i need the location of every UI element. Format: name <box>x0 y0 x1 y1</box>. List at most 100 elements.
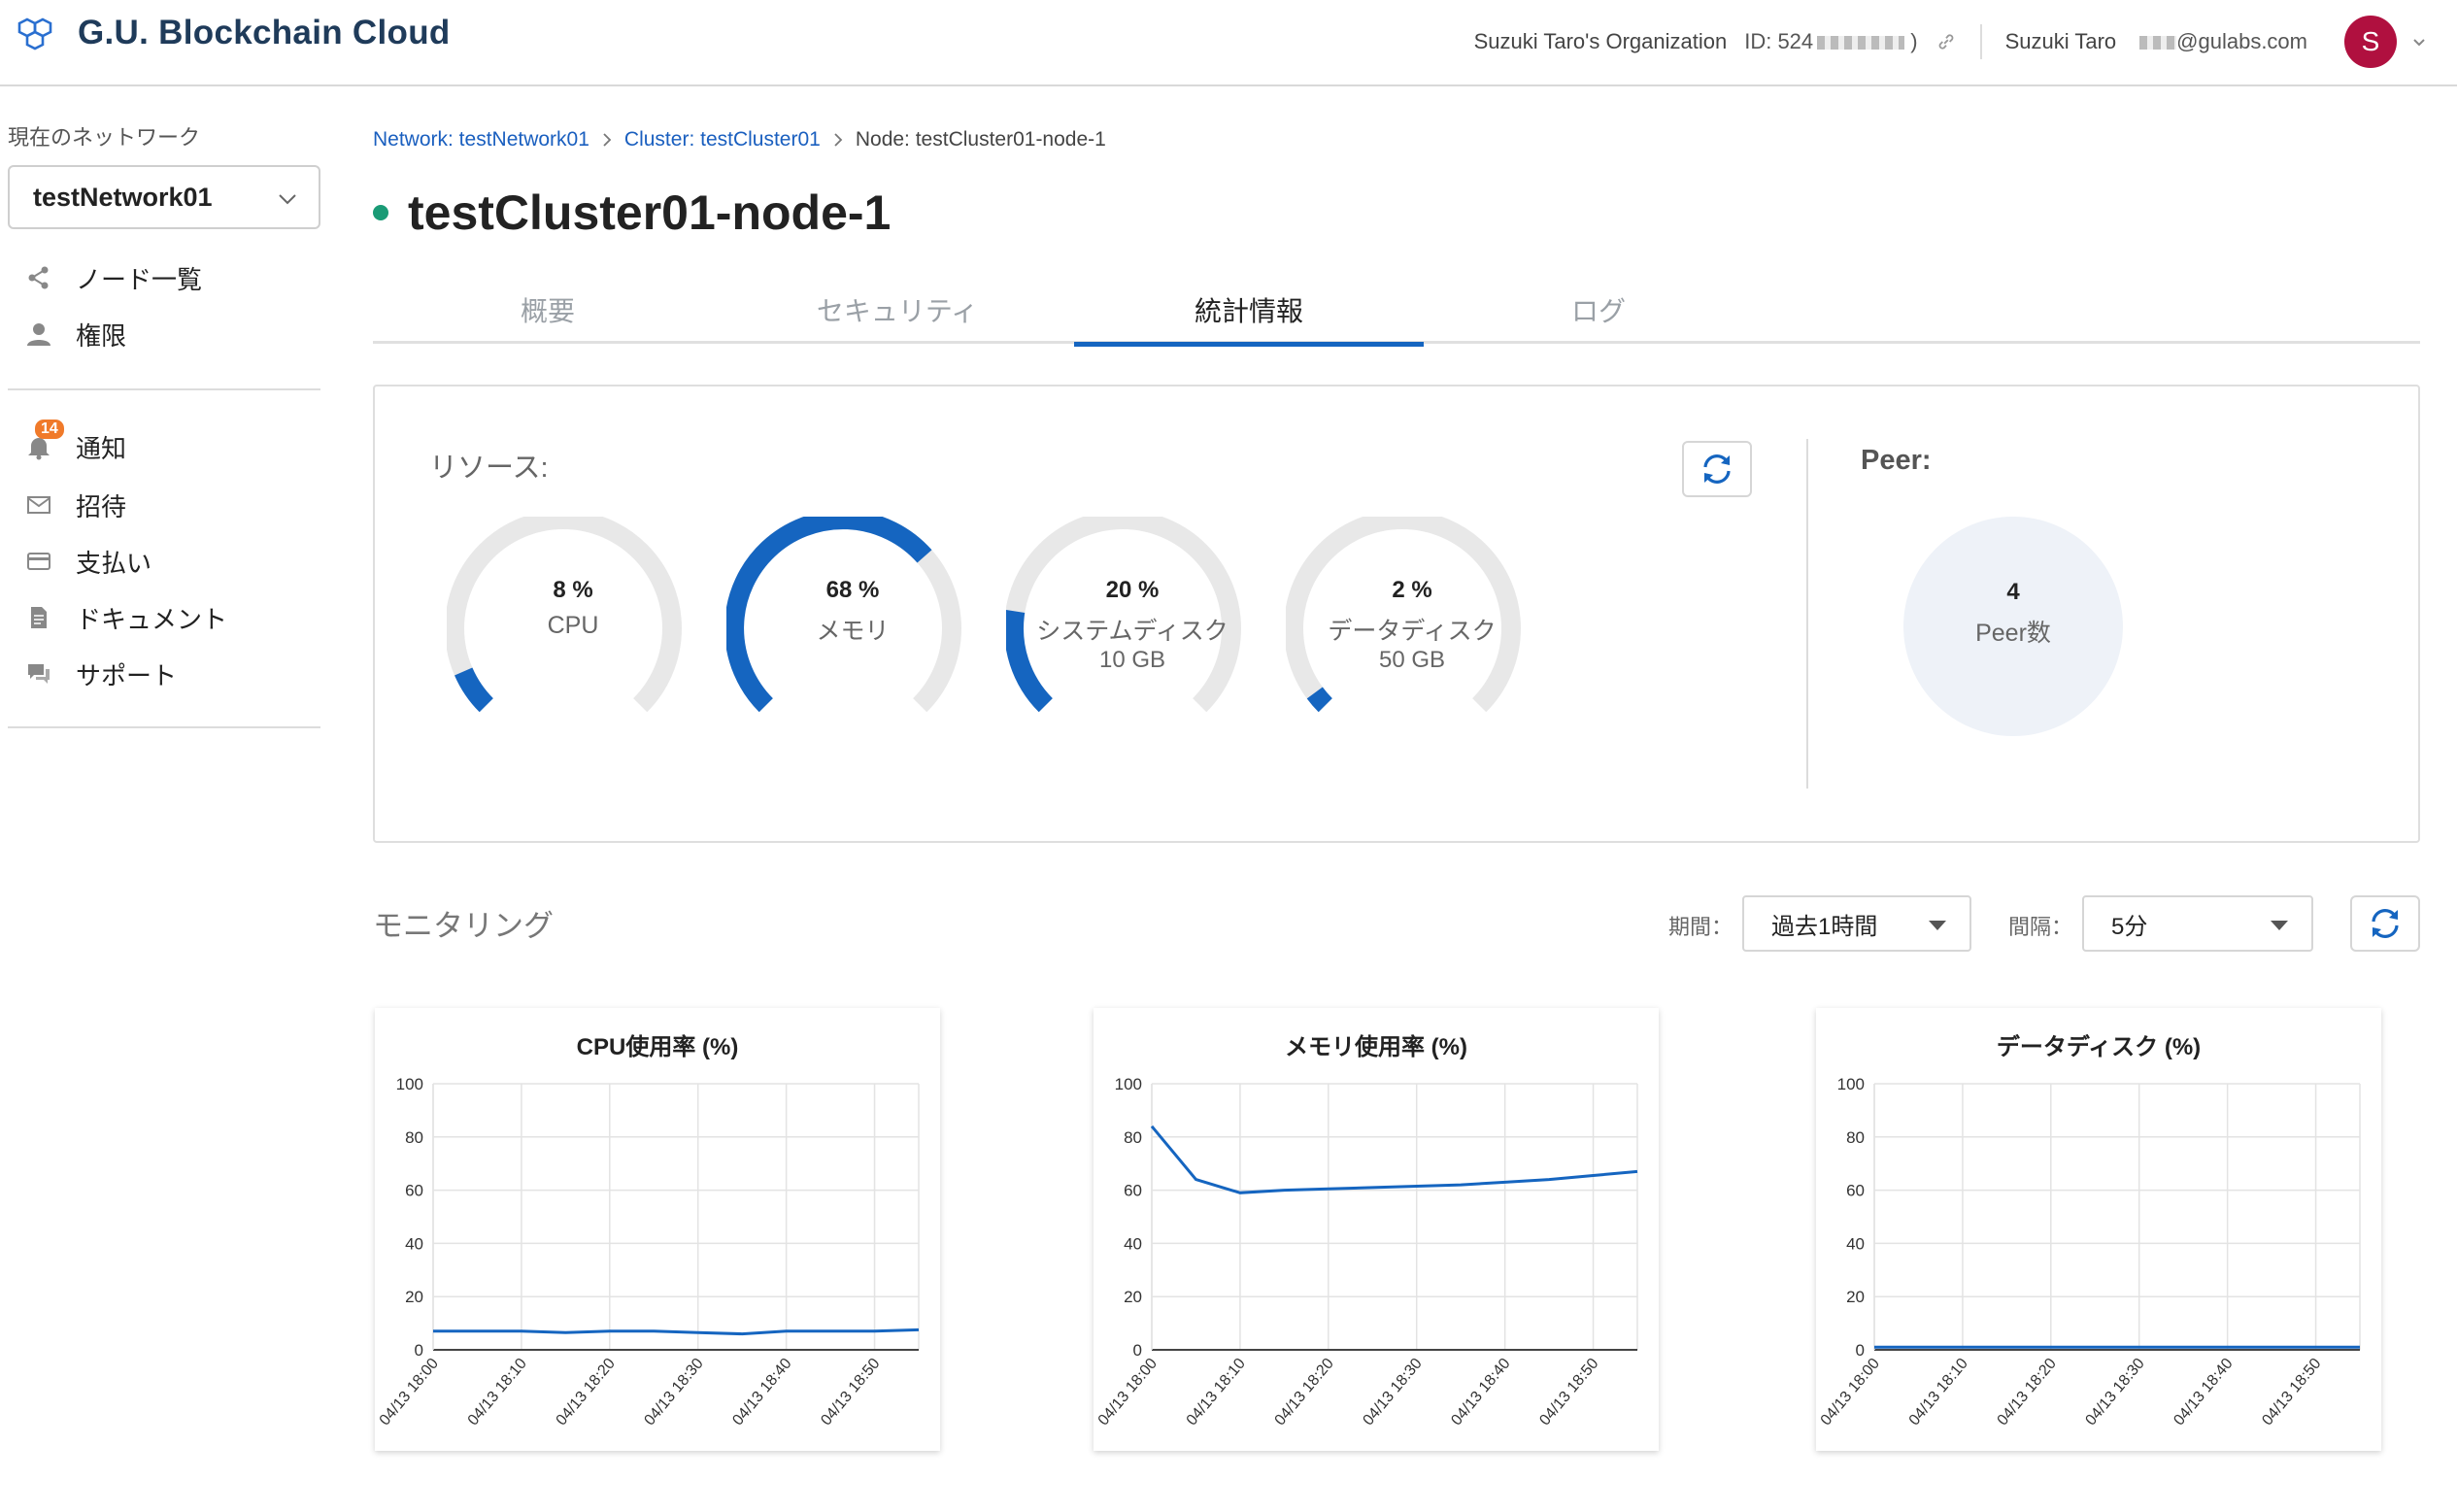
period-select[interactable]: 過去1時間 <box>1742 895 1971 952</box>
x-tick-label: 04/13 18:00 <box>1818 1356 1883 1429</box>
app-logo[interactable]: G.U. Blockchain Cloud <box>14 14 451 52</box>
panel-divider <box>1806 439 1808 789</box>
header-account-area: Suzuki Taro's Organization ID: 524 ) Suz… <box>1474 12 2428 72</box>
tab-security[interactable]: セキュリティ <box>723 276 1072 344</box>
y-tick-label: 20 <box>405 1288 423 1306</box>
x-tick-label: 04/13 18:50 <box>818 1356 883 1429</box>
gauge-percent: 20 % <box>1105 577 1160 603</box>
peer-count-label: Peer数 <box>1975 620 2051 647</box>
x-tick-label: 04/13 18:40 <box>729 1356 794 1429</box>
y-tick-label: 100 <box>1837 1075 1865 1093</box>
tab-statistics[interactable]: 統計情報 <box>1074 276 1424 347</box>
sidebar-item-support[interactable]: サポート <box>21 656 177 691</box>
y-tick-label: 20 <box>1124 1288 1142 1306</box>
chevron-down-icon[interactable] <box>2410 33 2428 50</box>
sidebar-divider <box>8 726 320 728</box>
gauge-name: システムディスク <box>1036 618 1228 645</box>
avatar[interactable]: S <box>2344 16 2397 68</box>
hexagon-logo-icon <box>17 17 52 50</box>
tab-logs[interactable]: ログ <box>1424 276 1773 344</box>
monitoring-refresh-button[interactable] <box>2350 895 2420 952</box>
sidebar-item-invitations[interactable]: 招待 <box>21 487 126 522</box>
chevron-right-icon <box>834 133 843 147</box>
memory-usage-chart: 100 80 60 40 20 004/13 18:00 04/13 18:10 04/13 … <box>1095 1075 1638 1429</box>
user-email: @gulabs.com <box>2136 29 2307 54</box>
resource-refresh-button[interactable] <box>1682 441 1752 497</box>
chart-card-cpu: CPU使用率 (%) 100 80 60 40 20 0 04/13 18:00 04/13 … <box>375 1008 940 1451</box>
organization-id-suffix: ) <box>1910 29 1918 53</box>
y-tick-label: 100 <box>1115 1075 1142 1093</box>
y-tick-label: 80 <box>1846 1128 1865 1147</box>
period-select-value: 過去1時間 <box>1771 913 1878 940</box>
x-tick-label: 04/13 18:20 <box>554 1356 619 1429</box>
y-tick-label: 60 <box>1124 1182 1142 1200</box>
gauge-cpu: 8 % CPU <box>447 517 699 740</box>
sidebar-item-label: 通知 <box>76 433 127 463</box>
sidebar-item-label: ノード一覧 <box>76 264 203 294</box>
user-name: Suzuki Taro <box>2004 29 2117 53</box>
sidebar-divider <box>8 388 320 390</box>
y-tick-label: 80 <box>405 1128 423 1147</box>
resource-panel: リソース: 8 % CPU 68 % メモリ 20 % システムディスク 10 … <box>373 385 2420 843</box>
chevron-down-icon <box>279 194 296 205</box>
x-tick-label: 04/13 18:10 <box>1184 1356 1249 1429</box>
sidebar-item-label: ドキュメント <box>76 604 228 634</box>
monitoring-title: モニタリング <box>373 909 554 943</box>
gauge-data-disk: 2 % データディスク 50 GB <box>1286 517 1538 740</box>
peer-count: 4 <box>2006 579 2020 605</box>
share-icon <box>21 260 56 295</box>
cpu-usage-chart: 100 80 60 40 20 004/13 18:00 04/13 18:10 04/13 … <box>377 1075 920 1429</box>
current-network-label: 現在のネットワーク <box>8 125 201 150</box>
y-tick-label: 40 <box>1124 1234 1142 1253</box>
redacted-id <box>1817 36 1905 50</box>
gauge-percent: 2 % <box>1392 577 1432 603</box>
gauge-system-disk: 20 % システムディスク 10 GB <box>1006 517 1259 740</box>
page-title: testCluster01-node-1 <box>408 185 892 240</box>
interval-select[interactable]: 5分 <box>2082 895 2313 952</box>
sidebar: 現在のネットワーク testNetwork01 ノード一覧 権限 14 通知 招… <box>0 87 330 1512</box>
gauge-memory: 68 % メモリ <box>726 517 979 740</box>
sidebar-item-label: 権限 <box>76 320 127 351</box>
sidebar-item-notifications[interactable]: 14 通知 <box>21 420 127 464</box>
interval-label: 間隔： <box>2008 915 2073 939</box>
notification-badge: 14 <box>35 420 64 439</box>
caret-down-icon <box>2271 921 2288 930</box>
y-tick-label: 60 <box>1846 1182 1865 1200</box>
gauge-name: CPU <box>547 612 599 639</box>
peer-label: Peer: <box>1861 445 1932 476</box>
gauge-name: データディスク <box>1328 618 1497 645</box>
x-tick-label: 04/13 18:40 <box>1448 1356 1513 1429</box>
breadcrumb-network-link[interactable]: Network: testNetwork01 <box>373 128 589 151</box>
caret-down-icon <box>1929 921 1946 930</box>
peer-count-circle: 4 Peer数 <box>1903 517 2123 736</box>
x-tick-label: 04/13 18:40 <box>2171 1356 2236 1429</box>
gauge-percent: 68 % <box>825 577 880 603</box>
user-email-domain: @gulabs.com <box>2176 29 2307 53</box>
credit-card-icon <box>21 544 56 579</box>
link-icon[interactable] <box>1935 31 1957 52</box>
data-disk-usage-chart: 100 80 60 40 20 004/13 18:00 04/13 18:10 04/13 … <box>1818 1075 2361 1429</box>
y-tick-label: 0 <box>1856 1341 1865 1360</box>
y-tick-label: 80 <box>1124 1128 1142 1147</box>
breadcrumb-cluster-link[interactable]: Cluster: testCluster01 <box>624 128 821 151</box>
gauge-name: メモリ <box>816 618 890 645</box>
breadcrumb-current-node: Node: testCluster01-node-1 <box>855 128 1106 151</box>
sidebar-item-label: サポート <box>76 660 178 690</box>
y-tick-label: 0 <box>415 1341 423 1360</box>
resource-label: リソース: <box>429 453 549 484</box>
chart-card-memory: メモリ使用率 (%) 100 80 60 40 20 0 04/13 18:00 04/13 … <box>1094 1008 1659 1451</box>
y-tick-label: 40 <box>405 1234 423 1253</box>
sidebar-item-documents[interactable]: ドキュメント <box>21 600 227 635</box>
sidebar-item-payments[interactable]: 支払い <box>21 544 151 579</box>
sidebar-item-node-list[interactable]: ノード一覧 <box>21 260 202 295</box>
x-tick-label: 04/13 18:30 <box>1360 1356 1425 1429</box>
refresh-icon <box>2372 909 2399 938</box>
tab-overview[interactable]: 概要 <box>373 276 723 344</box>
organization-id: ID: 524 ) <box>1744 29 1917 54</box>
network-select[interactable]: testNetwork01 <box>8 165 320 229</box>
gauge-percent: 8 % <box>553 577 593 603</box>
page-title-row: testCluster01-node-1 <box>373 185 891 241</box>
x-tick-label: 04/13 18:30 <box>2082 1356 2147 1429</box>
sidebar-item-permissions[interactable]: 権限 <box>21 317 126 352</box>
y-tick-label: 60 <box>405 1182 423 1200</box>
